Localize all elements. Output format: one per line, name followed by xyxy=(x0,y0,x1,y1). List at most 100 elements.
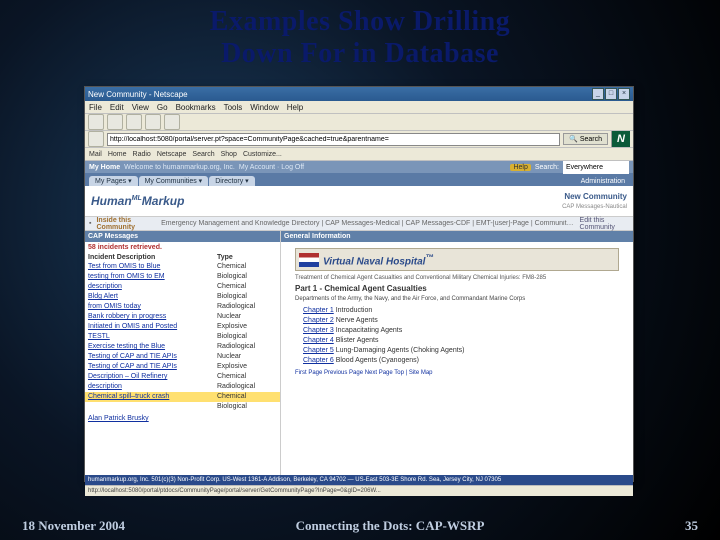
help-button[interactable]: Help xyxy=(510,164,530,171)
community-title: New CommunityCAP Messages-Nautical xyxy=(562,192,627,210)
bullet-icon: ▪ xyxy=(89,220,91,227)
portal-content: My Home Welcome to humanmarkup.org, Inc.… xyxy=(85,161,633,475)
part-title: Part 1 - Chemical Agent Casualties xyxy=(295,284,619,293)
search-button[interactable]: 🔍Search xyxy=(563,133,608,145)
slide-center: Connecting the Dots: CAP-WSRP xyxy=(142,518,638,534)
table-row[interactable]: Bldg AlertBiological xyxy=(85,292,280,302)
cap-columns: Incident DescriptionType xyxy=(85,253,280,262)
window-title: New Community - Netscape xyxy=(88,90,592,99)
table-row[interactable]: Chemical spill–truck crashChemical xyxy=(85,392,280,402)
slide-title: Examples Show DrillingDown For in Databa… xyxy=(0,0,720,72)
incident-link: Description – Oil Refinery xyxy=(88,372,217,382)
bm-shop[interactable]: Shop xyxy=(221,151,237,158)
table-row[interactable]: Description – Oil RefineryChemical xyxy=(85,372,280,382)
table-row[interactable]: Bank robbery in progressNuclear xyxy=(85,312,280,322)
url-input[interactable] xyxy=(107,133,560,146)
chapter-item[interactable]: Chapter 6 Blood Agents (Cyanogens) xyxy=(303,356,611,366)
incident-link: description xyxy=(88,282,217,292)
table-row[interactable]: Test from OMIS to BlueChemical xyxy=(85,262,280,272)
tab-administration[interactable]: Administration xyxy=(577,177,629,186)
search-label: Search: xyxy=(535,164,559,171)
minimize-button[interactable]: _ xyxy=(592,88,604,100)
bm-mail[interactable]: Mail xyxy=(89,151,102,158)
tab-directory[interactable]: Directory ▾ xyxy=(209,176,254,186)
menu-view[interactable]: View xyxy=(132,103,149,112)
portal-tabs: My Pages ▾ My Communities ▾ Directory ▾ … xyxy=(85,173,633,186)
bm-radio[interactable]: Radio xyxy=(133,151,151,158)
chapter-item[interactable]: Chapter 4 Blister Agents xyxy=(303,336,611,346)
vnh-banner: Virtual Naval Hospital™ xyxy=(295,248,619,271)
incident-link: Exercise testing the Blue xyxy=(88,342,217,352)
status-bar: http://localhost:5080/portal/ptdocs/Comm… xyxy=(85,485,633,496)
reload-button[interactable] xyxy=(126,114,142,130)
tab-my-pages[interactable]: My Pages ▾ xyxy=(89,176,138,186)
menu-go[interactable]: Go xyxy=(157,103,168,112)
table-row[interactable]: from OMIS todayRadiological xyxy=(85,302,280,312)
bookmark-bar: Mail Home Radio Netscape Search Shop Cus… xyxy=(85,148,633,161)
chapter-item[interactable]: Chapter 2 Nerve Agents xyxy=(303,316,611,326)
retrieved-count: 58 incidents retrieved. xyxy=(85,242,280,253)
chapter-list: Chapter 1 IntroductionChapter 2 Nerve Ag… xyxy=(303,306,611,366)
inside-label: Inside this Community xyxy=(96,217,156,231)
bm-netscape[interactable]: Netscape xyxy=(157,151,187,158)
bm-home[interactable]: Home xyxy=(108,151,127,158)
tab-my-communities[interactable]: My Communities ▾ xyxy=(139,176,209,186)
chapter-item[interactable]: Chapter 3 Incapacitating Agents xyxy=(303,326,611,336)
inside-links[interactable]: Emergency Management and Knowledge Direc… xyxy=(161,220,574,227)
titlebar[interactable]: New Community - Netscape _ □ × xyxy=(85,87,633,101)
chapter-item[interactable]: Chapter 1 Introduction xyxy=(303,306,611,316)
incident-link: Bank robbery in progress xyxy=(88,312,217,322)
table-row[interactable]: Testing of CAP and TIE APIsExplosive xyxy=(85,362,280,372)
stop-button[interactable] xyxy=(145,114,161,130)
slide-footer: 18 November 2004 Connecting the Dots: CA… xyxy=(0,518,720,534)
forward-button[interactable] xyxy=(107,114,123,130)
incident-link xyxy=(88,402,217,412)
departments-line: Departments of the Army, the Navy, and t… xyxy=(295,296,619,302)
bm-customize[interactable]: Customize... xyxy=(243,151,282,158)
signature-link[interactable]: Alan Patrick Brusky xyxy=(85,412,280,425)
maximize-button[interactable]: □ xyxy=(605,88,617,100)
org-footer: humanmarkup.org, Inc. 501(c)(3) Non-Prof… xyxy=(85,475,633,485)
portal-search-input[interactable] xyxy=(563,161,629,174)
incident-link: Testing of CAP and TIE APIs xyxy=(88,362,217,372)
back-button[interactable] xyxy=(88,114,104,130)
incident-link: TESTL xyxy=(88,332,217,342)
table-row[interactable]: descriptionRadiological xyxy=(85,382,280,392)
document-line: Treatment of Chemical Agent Casualties a… xyxy=(295,275,619,281)
my-home-link[interactable]: My Home xyxy=(89,164,120,171)
table-row[interactable]: testing from OMIS to EMBiological xyxy=(85,272,280,282)
cap-messages-column: CAP Messages 58 incidents retrieved. Inc… xyxy=(85,231,281,475)
incident-link: Test from OMIS to Blue xyxy=(88,262,217,272)
table-row[interactable]: Biological xyxy=(85,402,280,412)
menu-tools[interactable]: Tools xyxy=(224,103,243,112)
table-row[interactable]: Exercise testing the BlueRadiological xyxy=(85,342,280,352)
edit-community-link[interactable]: Edit this Community xyxy=(580,217,629,231)
flag-icon xyxy=(299,253,319,267)
home-button[interactable] xyxy=(164,114,180,130)
netscape-logo-icon: N xyxy=(611,131,630,147)
address-bar: 🔍Search N xyxy=(85,131,633,148)
inside-community-bar: ▪ Inside this Community Emergency Manage… xyxy=(85,217,633,231)
incident-link: testing from OMIS to EM xyxy=(88,272,217,282)
nav-toolbar xyxy=(85,114,633,131)
menu-edit[interactable]: Edit xyxy=(110,103,124,112)
table-row[interactable]: Initiated in OMIS and PostedExplosive xyxy=(85,322,280,332)
info-body: Virtual Naval Hospital™ Treatment of Che… xyxy=(281,242,633,475)
table-row[interactable]: descriptionChemical xyxy=(85,282,280,292)
close-button[interactable]: × xyxy=(618,88,630,100)
menu-file[interactable]: File xyxy=(89,103,102,112)
menu-window[interactable]: Window xyxy=(250,103,278,112)
general-info-column: General Information Virtual Naval Hospit… xyxy=(281,231,633,475)
pager-links[interactable]: First Page Previous Page Next Page Top |… xyxy=(295,370,619,376)
incident-link: Testing of CAP and TIE APIs xyxy=(88,352,217,362)
portal-header: HumanMLMarkup New CommunityCAP Messages-… xyxy=(85,186,633,217)
table-row[interactable]: TESTLBiological xyxy=(85,332,280,342)
incident-link: from OMIS today xyxy=(88,302,217,312)
bm-search[interactable]: Search xyxy=(192,151,214,158)
account-links[interactable]: My Account · Log Off xyxy=(239,164,304,171)
menu-help[interactable]: Help xyxy=(287,103,303,112)
chapter-item[interactable]: Chapter 5 Lung-Damaging Agents (Choking … xyxy=(303,346,611,356)
table-row[interactable]: Testing of CAP and TIE APIsNuclear xyxy=(85,352,280,362)
menu-bookmarks[interactable]: Bookmarks xyxy=(176,103,216,112)
portal-body: CAP Messages 58 incidents retrieved. Inc… xyxy=(85,231,633,475)
